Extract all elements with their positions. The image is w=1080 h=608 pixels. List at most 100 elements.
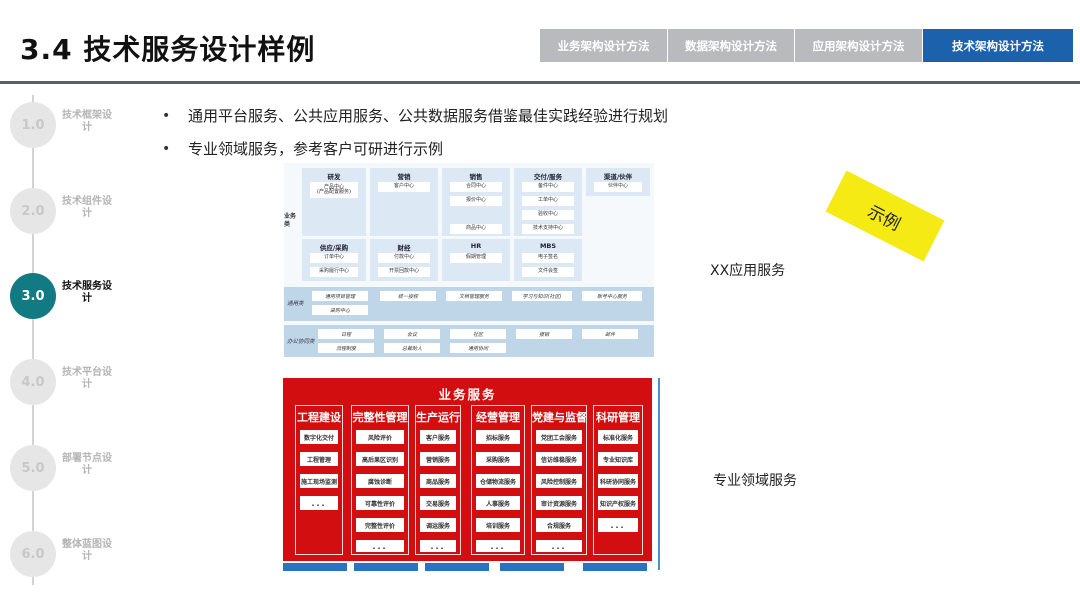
band-item: 报销 <box>516 329 572 339</box>
band-label: 办公协同类 <box>287 339 315 345</box>
step-4-technical-platform[interactable]: 4.0 技术平台设计 <box>10 359 120 405</box>
diagram-divider <box>658 378 660 570</box>
band-label: 通用类 <box>287 301 304 307</box>
step-number: 6.0 <box>10 531 56 577</box>
band-item: 邮件 <box>582 329 638 339</box>
card-title: 营销 <box>397 173 411 181</box>
card-title: 渠道/伙伴 <box>603 173 633 181</box>
service-item: 招标服务 <box>476 430 520 444</box>
card-item: 客户中心 <box>378 182 430 192</box>
card-finance: 财经 付款中心 开票回款中心 <box>370 239 438 281</box>
card-title: 研发 <box>327 173 341 181</box>
band-item: 流程制度 <box>318 343 374 353</box>
bullet-item: 专业领域服务，参考客户可研进行示例 <box>158 133 668 166</box>
service-item: 采购服务 <box>476 452 520 466</box>
step-2-technical-components[interactable]: 2.0 技术组件设计 <box>10 188 120 234</box>
step-label: 技术框架设计 <box>62 110 112 133</box>
card-item: 工单中心 <box>522 196 574 206</box>
service-item: 腐蚀诊断 <box>356 474 404 488</box>
card-title: MBS <box>539 242 557 250</box>
header-divider <box>0 81 1080 84</box>
tab-data-architecture[interactable]: 数据架构设计方法 <box>668 29 795 62</box>
card-title: 交付/服务 <box>533 173 563 181</box>
column-title: 完整性管理 <box>352 411 408 424</box>
band-item: 日程 <box>318 329 374 339</box>
service-item: 人事服务 <box>476 496 520 510</box>
service-item: ... <box>476 540 520 552</box>
card-item: 订单中心 <box>310 253 358 263</box>
card-item: 报价中心 <box>450 196 502 206</box>
card-item: 备件中心 <box>522 182 574 192</box>
application-services-diagram: 业务类 研发 产品中心 (产品配置服务) 营销 客户中心 销售 合同中心 报价中… <box>284 163 654 357</box>
service-item: 工程管理 <box>300 452 338 466</box>
card-title: 财经 <box>397 244 411 252</box>
card-item: 采购履行中心 <box>310 267 358 277</box>
card-item: 伙伴中心 <box>594 182 642 192</box>
step-3-technical-services[interactable]: 3.0 技术服务设计 <box>10 273 120 319</box>
biz-column-integrity: 完整性管理 风险评价 高后果区识别 腐蚀诊断 可靠性评价 完整性评价 ... <box>351 405 409 555</box>
step-label: 部署节点设计 <box>62 453 112 476</box>
step-label: 技术服务设计 <box>62 281 112 304</box>
step-5-deployment-nodes[interactable]: 5.0 部署节点设计 <box>10 445 120 491</box>
card-item: 付款中心 <box>378 253 430 263</box>
service-item: 党团工会服务 <box>536 430 582 444</box>
tab-business-architecture[interactable]: 业务架构设计方法 <box>540 29 668 62</box>
band-item: 通用项目管理 <box>312 291 368 301</box>
caption-domain-services: 专业领域服务 <box>713 473 797 489</box>
service-item: 培训服务 <box>476 518 520 532</box>
example-stamp: 示例 <box>825 170 945 262</box>
biz-column-management: 经营管理 招标服务 采购服务 仓储物流服务 人事服务 培训服务 ... <box>471 405 525 555</box>
step-label: 整体蓝图设计 <box>62 539 112 562</box>
service-item: 标准化服务 <box>598 430 638 444</box>
band-item: 账号中心服务 <box>582 291 642 301</box>
bottom-strip <box>425 563 489 571</box>
card-item: 文件会签 <box>522 267 574 277</box>
service-item: ... <box>420 540 456 552</box>
band-item: 采购中心 <box>312 305 368 315</box>
card-item: 验收中心 <box>522 210 574 220</box>
column-title: 经营管理 <box>476 411 520 424</box>
service-item: 高后果区识别 <box>356 452 404 466</box>
tab-technical-architecture[interactable]: 技术架构设计方法 <box>923 29 1073 62</box>
step-number: 4.0 <box>10 359 56 405</box>
slide: 3.4 技术服务设计样例 业务架构设计方法 数据架构设计方法 应用架构设计方法 … <box>0 0 1080 608</box>
service-item: 交易服务 <box>420 496 456 510</box>
card-item: 商品中心 <box>450 224 502 234</box>
service-item: ... <box>536 540 582 552</box>
card-hr: HR 假期管理 <box>442 239 510 281</box>
band-item: 会议 <box>384 329 440 339</box>
service-item: 专业知识库 <box>598 452 638 466</box>
service-item: ... <box>300 496 338 510</box>
card-sales: 销售 合同中心 报价中心 商品中心 <box>442 168 510 236</box>
service-item: 合规服务 <box>536 518 582 532</box>
tab-application-architecture[interactable]: 应用架构设计方法 <box>795 29 923 62</box>
card-marketing: 营销 客户中心 <box>370 168 438 236</box>
column-title: 党建与监督 <box>532 411 587 424</box>
card-rnd: 研发 产品中心 (产品配置服务) <box>302 168 366 236</box>
step-6-overall-blueprint[interactable]: 6.0 整体蓝图设计 <box>10 531 120 577</box>
band-item: 总裁助人 <box>384 343 440 353</box>
bottom-strip <box>283 563 347 571</box>
step-timeline <box>32 95 34 585</box>
service-item: 可靠性评价 <box>356 496 404 510</box>
biz-column-engineering: 工程建设 数字化交付 工程管理 施工现场监测 ... <box>295 405 343 555</box>
service-item: 风险评价 <box>356 430 404 444</box>
bullet-list: 通用平台服务、公共应用服务、公共数据服务借鉴最佳实践经验进行规划 专业领域服务，… <box>158 100 668 166</box>
bullet-item: 通用平台服务、公共应用服务、公共数据服务借鉴最佳实践经验进行规划 <box>158 100 668 133</box>
service-item: 客户服务 <box>420 430 456 444</box>
card-item: 合同中心 <box>450 182 502 192</box>
service-item: 完整性评价 <box>356 518 404 532</box>
service-item: ... <box>356 540 404 552</box>
service-item: 信访维稳服务 <box>536 452 582 466</box>
column-title: 工程建设 <box>297 411 341 424</box>
service-item: 科研协同服务 <box>598 474 638 488</box>
service-item: 商品服务 <box>420 474 456 488</box>
step-number: 1.0 <box>10 102 56 148</box>
service-item: 施工现场监测 <box>300 474 338 488</box>
biz-title: 业务服务 <box>438 387 497 402</box>
step-1-technical-framework[interactable]: 1.0 技术框架设计 <box>10 102 120 148</box>
biz-column-research: 科研管理 标准化服务 专业知识库 科研协同服务 知识产权服务 ... <box>593 405 643 555</box>
column-title: 生产运行 <box>416 411 460 424</box>
bottom-strip <box>583 563 647 571</box>
step-label: 技术平台设计 <box>62 367 112 390</box>
